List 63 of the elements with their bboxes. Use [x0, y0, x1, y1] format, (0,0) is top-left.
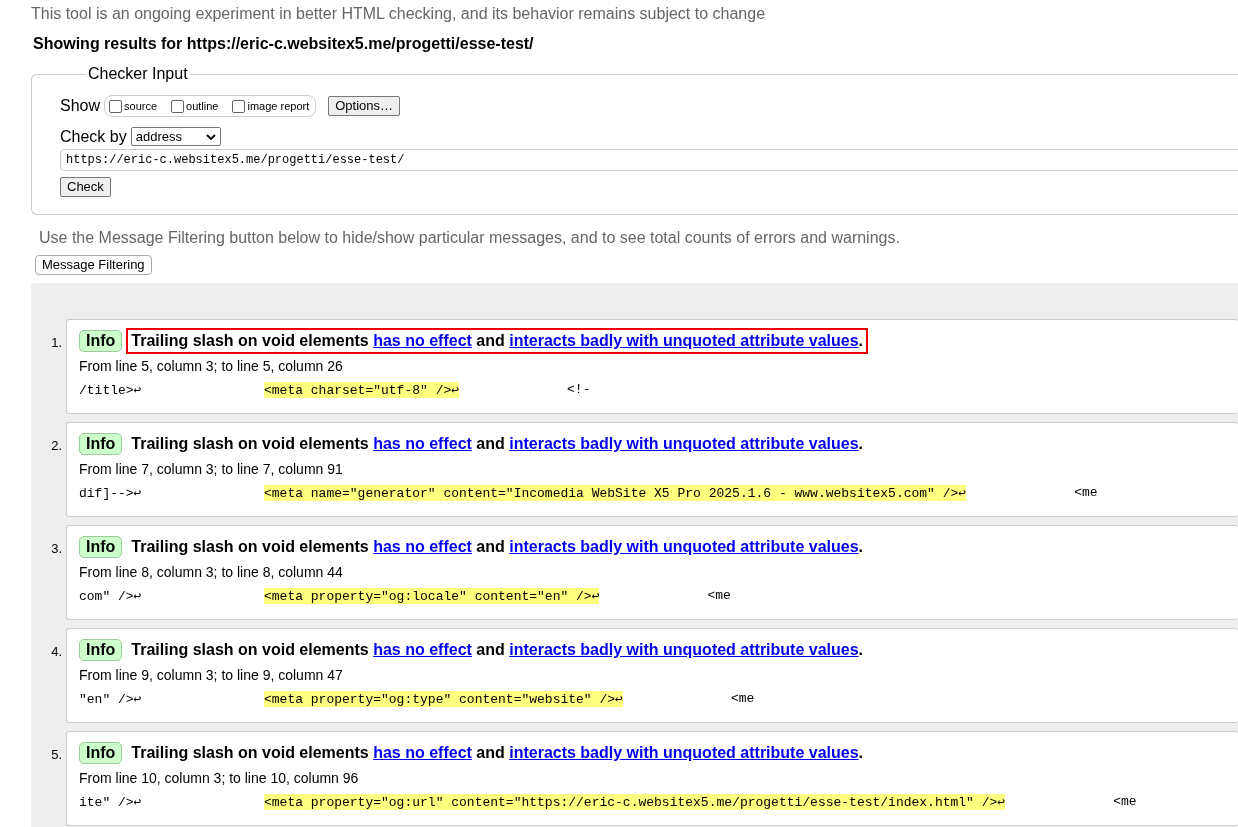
panel-legend: Checker Input [86, 65, 190, 83]
extract-before: com" />↩ [79, 588, 143, 604]
checkbox-label[interactable]: image report [247, 100, 310, 112]
message-type-label: Info [79, 536, 123, 558]
list-number: 3. [50, 541, 63, 556]
extract-after: <me [730, 691, 755, 707]
message-type-label: Info [79, 330, 123, 352]
location-text: From line 9, column 3; to line 9, column 47 [79, 667, 344, 683]
list-number: 5. [50, 747, 63, 762]
message-link[interactable]: has no effect [373, 744, 472, 761]
extract-highlight: <meta charset="utf-8" />↩ [264, 382, 460, 398]
check-button[interactable]: Check [60, 177, 111, 197]
results-heading: Showing results for https://eric-c.websitex5.me/progetti/esse-test/ [33, 35, 535, 54]
message-link[interactable]: has no effect [373, 538, 472, 555]
message-filtering-button[interactable]: Message Filtering [35, 255, 152, 275]
extract-highlight: <meta property="og:locale" content="en" />↩ [264, 588, 600, 604]
check-by-label: Check by [60, 127, 127, 146]
message-link[interactable]: interacts badly with unquoted attribute values [509, 332, 859, 349]
extract-before: "en" />↩ [79, 691, 143, 707]
message-link[interactable]: interacts badly with unquoted attribute values [509, 435, 859, 452]
message-text: Trailing slash on void elements has no effect and interacts badly with unquoted attribute values. [126, 328, 869, 354]
show-label: Show [60, 97, 101, 115]
message-type-label: Info [79, 433, 123, 455]
extract-highlight: <meta property="og:type" content="website" />↩ [264, 691, 623, 707]
message-text: Trailing slash on void elements has no effect and interacts badly with unquoted attribute values. [130, 640, 865, 660]
extract-before: ite" />↩ [79, 794, 143, 810]
extract-highlight: <meta name="generator" content="Incomedia WebSite X5 Pro 2025.1.6 - www.websitex5.com" />↩ [264, 485, 967, 501]
location-text: From line 5, column 3; to line 5, column 26 [79, 358, 344, 374]
location-text: From line 8, column 3; to line 8, column 44 [79, 564, 344, 580]
message-link[interactable]: interacts badly with unquoted attribute values [509, 744, 859, 761]
location-text: From line 10, column 3; to line 10, column 96 [79, 770, 360, 786]
filter-note: Use the Message Filtering button below to hide/show particular messages, and to see total counts of errors and warnings. [39, 229, 901, 248]
list-number: 4. [50, 644, 63, 659]
extract-after: <me [1074, 485, 1098, 501]
intro-text: This tool is an ongoing experiment in better HTML checking, and its behavior remains subject to change [31, 4, 767, 24]
extract-before: dif]-->↩ [79, 485, 143, 501]
location-text: From line 7, column 3; to line 7, column 91 [79, 461, 344, 477]
checkbox-label[interactable]: source [124, 100, 158, 112]
message-link[interactable]: has no effect [373, 435, 472, 452]
extract-after: <!- [567, 382, 591, 398]
checkbox[interactable] [109, 99, 123, 113]
message-type-label: Info [79, 639, 123, 661]
message-link[interactable]: has no effect [373, 641, 472, 658]
extract-after: <me [1113, 794, 1137, 810]
list-number: 2. [50, 438, 63, 453]
message-type-label: Info [79, 742, 123, 764]
checkbox[interactable] [232, 99, 246, 113]
caret-icon [205, 133, 216, 140]
message-text: Trailing slash on void elements has no effect and interacts badly with unquoted attribute values. [130, 537, 865, 557]
extract-highlight: <meta property="og:url" content="https://eric-c.websitex5.me/progetti/esse-test/index.html" />↩ [264, 794, 1006, 810]
message-link[interactable]: interacts badly with unquoted attribute values [509, 641, 859, 658]
extract-before: /title>↩ [79, 382, 143, 398]
message-text: Trailing slash on void elements has no effect and interacts badly with unquoted attribute values. [130, 743, 865, 763]
message-link[interactable]: interacts badly with unquoted attribute values [509, 538, 859, 555]
checkbox-label[interactable]: outline [186, 100, 219, 112]
checkbox[interactable] [171, 99, 185, 113]
address-field[interactable]: https://eric-c.websitex5.me/progetti/esse-test/ [60, 149, 1238, 171]
options-button[interactable]: Options… [328, 96, 401, 116]
check-by-dropdown[interactable]: address [130, 127, 221, 146]
message-link[interactable]: has no effect [373, 332, 472, 349]
list-number: 1. [50, 335, 63, 350]
extract-after: <me [707, 588, 731, 604]
message-text: Trailing slash on void elements has no effect and interacts badly with unquoted attribute values. [130, 434, 865, 454]
